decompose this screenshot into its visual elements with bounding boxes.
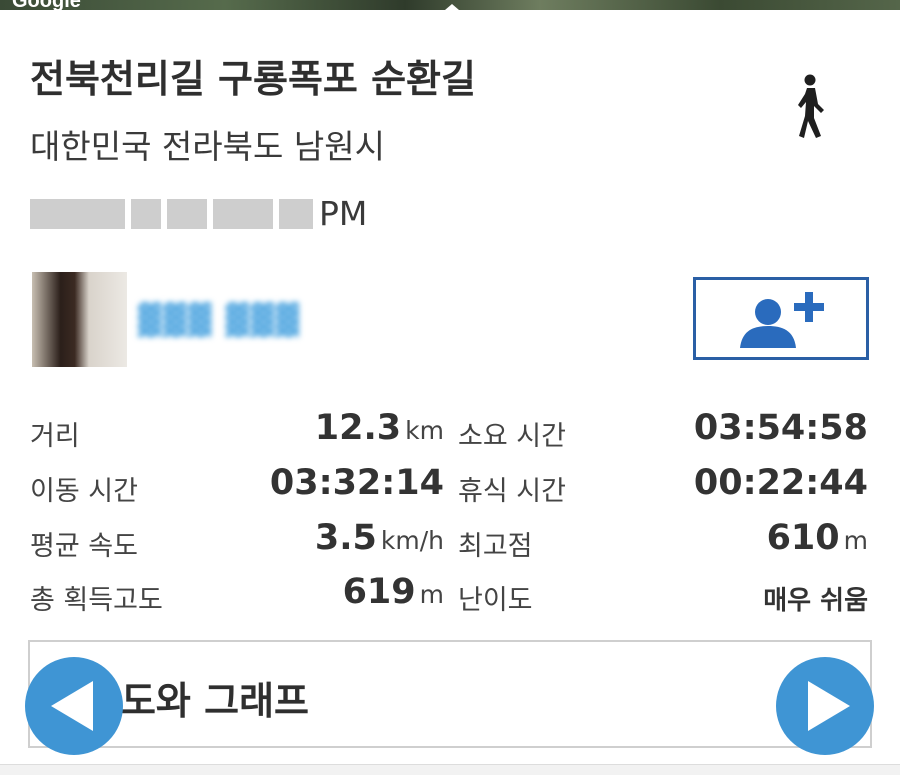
avg-speed-value: 3.5 km/h	[314, 518, 444, 558]
redacted-time	[213, 198, 273, 229]
difficulty-label: 난이도	[458, 585, 533, 616]
distance-value: 12.3 km	[314, 408, 444, 448]
total-ascent-label: 총 획득고도	[30, 585, 163, 616]
username-redacted[interactable]: ▓▓▓ ▓▓▓	[138, 300, 328, 340]
stats-row: 거리 12.3 km 소요 시간 03:54:58	[0, 404, 900, 460]
total-ascent-value: 619 m	[342, 572, 444, 612]
chevron-right-icon	[808, 681, 850, 731]
callout-pointer	[438, 4, 466, 16]
route-datetime: PM	[30, 194, 367, 233]
map-and-graph-label: 지도와 그래프	[112, 679, 309, 723]
redacted-date	[30, 198, 125, 229]
redacted-date	[131, 198, 161, 229]
add-friend-button[interactable]	[693, 277, 869, 360]
chevron-left-icon	[51, 681, 93, 731]
duration-value: 03:54:58	[693, 408, 868, 448]
next-button[interactable]	[776, 657, 874, 755]
redacted-date	[167, 198, 207, 229]
stats-row: 이동 시간 03:32:14 휴식 시간 00:22:44	[0, 459, 900, 515]
walking-person-icon	[798, 74, 824, 138]
datetime-suffix: PM	[319, 194, 368, 233]
rest-time-label: 휴식 시간	[458, 476, 566, 507]
avatar[interactable]	[32, 272, 127, 367]
redacted-time	[279, 198, 313, 229]
add-person-icon	[740, 292, 824, 348]
stats-row: 평균 속도 3.5 km/h 최고점 610 m	[0, 514, 900, 570]
map-watermark: Google	[12, 0, 81, 12]
distance-label: 거리	[30, 421, 80, 452]
moving-time-label: 이동 시간	[30, 476, 138, 507]
stats-row: 총 획득고도 619 m 난이도 매우 쉬움	[0, 568, 900, 624]
difficulty-value: 매우 쉬움	[763, 586, 868, 616]
rest-time-value: 00:22:44	[693, 463, 868, 503]
max-elevation-value: 610 m	[766, 518, 868, 558]
moving-time-value: 03:32:14	[269, 463, 444, 503]
route-title: 전북천리길 구룡폭포 순환길	[30, 57, 476, 101]
route-location: 대한민국 전라북도 남원시	[30, 127, 385, 166]
avg-speed-label: 평균 속도	[30, 531, 138, 562]
max-elevation-label: 최고점	[458, 531, 533, 562]
divider	[0, 764, 900, 775]
previous-button[interactable]	[25, 657, 123, 755]
duration-label: 소요 시간	[458, 421, 566, 452]
